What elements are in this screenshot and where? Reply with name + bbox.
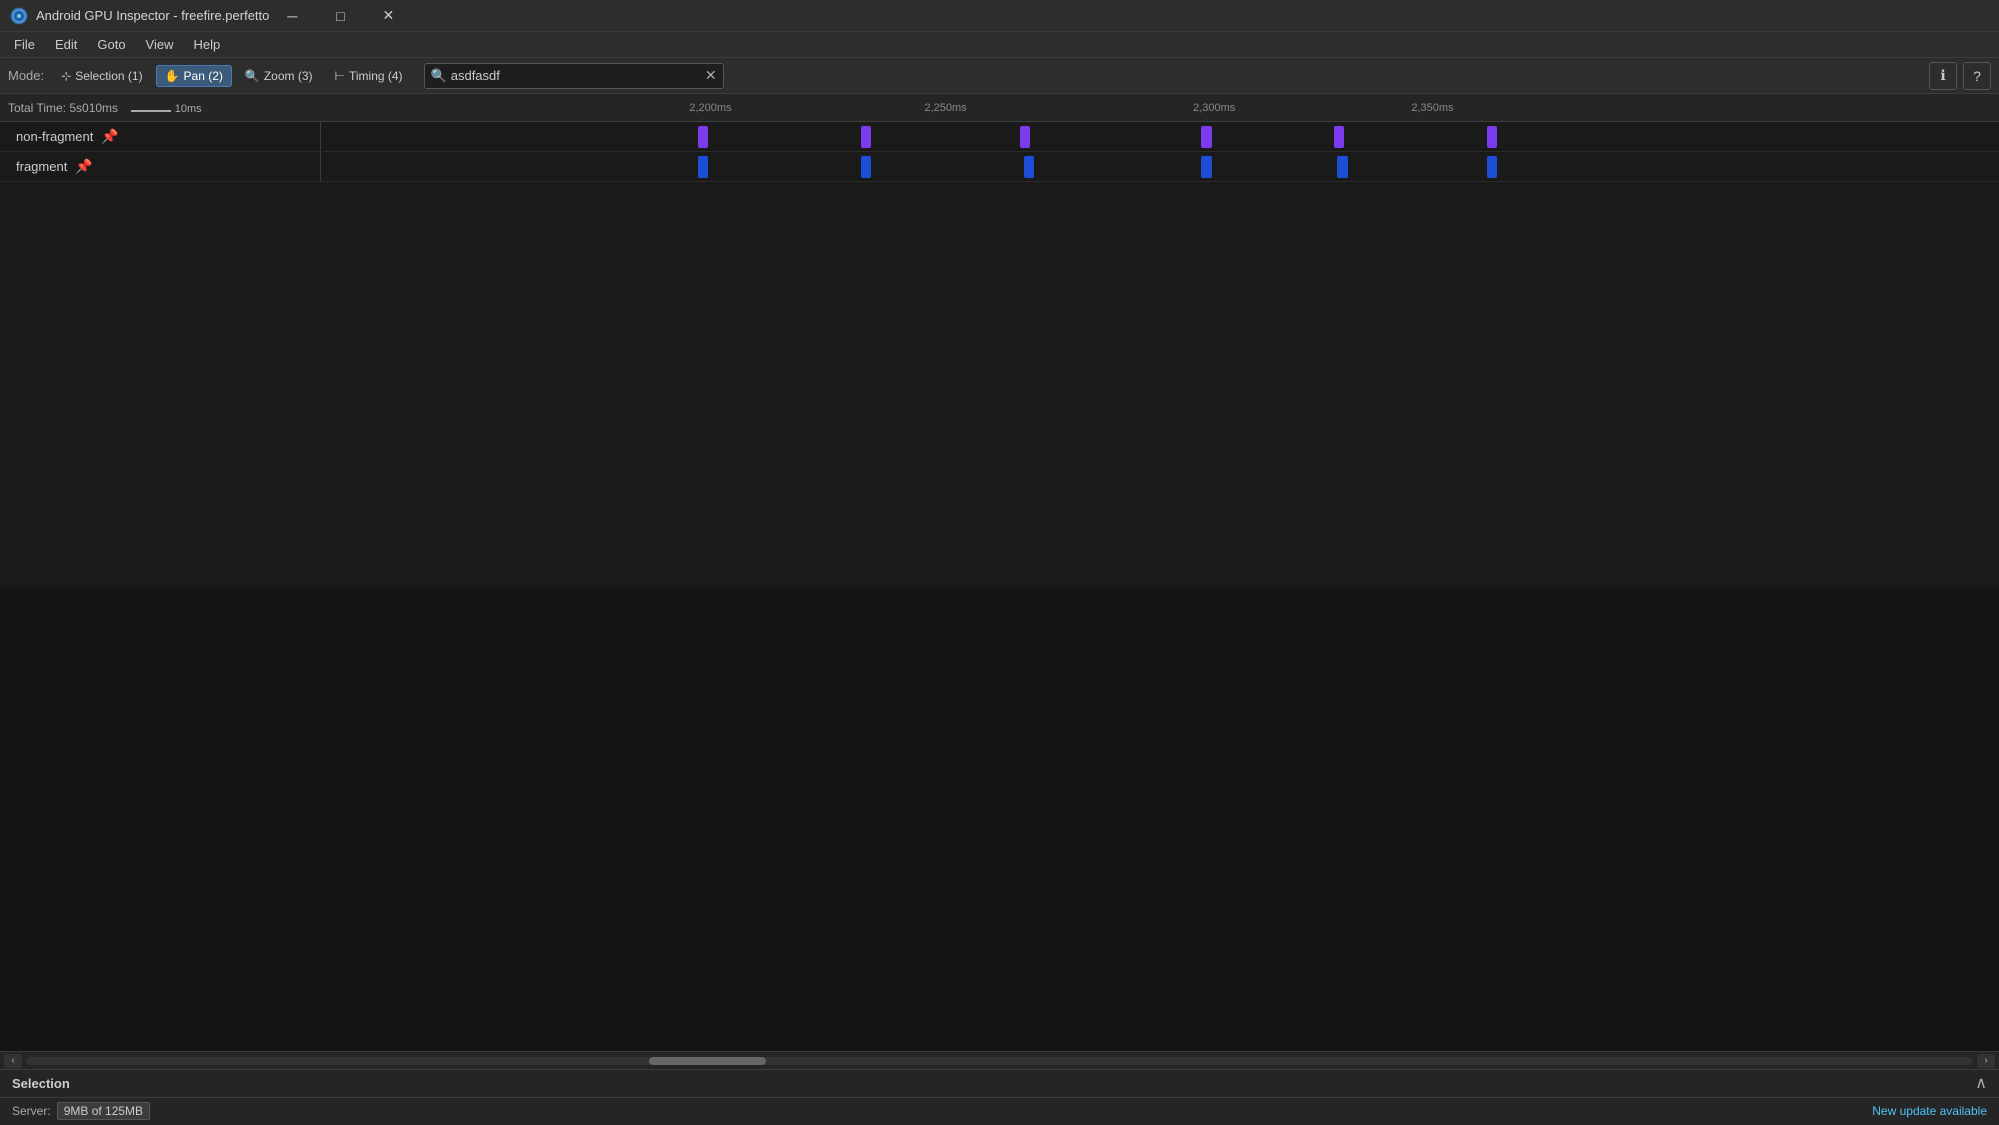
search-icon: 🔍 xyxy=(431,68,447,84)
search-clear-button[interactable]: ✕ xyxy=(705,67,717,84)
time-tick: 2,350ms xyxy=(1411,102,1453,114)
zoom-icon: 🔍 xyxy=(245,69,260,83)
mode-timing-label: Timing (4) xyxy=(349,69,403,83)
pin-icon[interactable]: 📌 xyxy=(101,128,118,145)
time-scale-line xyxy=(131,110,171,112)
timeline-block[interactable] xyxy=(1487,156,1497,178)
update-link[interactable]: New update available xyxy=(1872,1104,1987,1118)
tracks-container: non-fragment 📌 fragment 📌 xyxy=(0,122,1999,587)
menu-bar: File Edit Goto View Help xyxy=(0,32,1999,58)
time-tick: 2,200ms xyxy=(689,102,731,114)
maximize-button[interactable]: □ xyxy=(317,0,363,32)
app-icon xyxy=(10,7,28,25)
timeline-block[interactable] xyxy=(861,156,871,178)
mode-label: Mode: xyxy=(8,68,44,83)
time-tick: 2,300ms xyxy=(1193,102,1235,114)
timeline-block[interactable] xyxy=(1024,156,1034,178)
timeline-block[interactable] xyxy=(698,156,708,178)
timeline-area: Total Time: 5s010ms 10ms 2,200ms 2,250ms 2… xyxy=(0,94,1999,1051)
bottom-panel: Selection ∧ Server: 9MB of 125MB New upd… xyxy=(0,1069,1999,1125)
total-time: Total Time: 5s010ms 10ms xyxy=(0,101,320,115)
mode-pan-label: Pan (2) xyxy=(184,69,223,83)
selection-header: Selection ∧ xyxy=(0,1070,1999,1098)
track-label: fragment 📌 xyxy=(0,158,320,175)
horizontal-scrollbar: ‹ › xyxy=(0,1051,1999,1069)
scroll-thumb[interactable] xyxy=(649,1057,766,1065)
time-header: Total Time: 5s010ms 10ms 2,200ms 2,250ms 2… xyxy=(0,94,1999,122)
mode-pan-button[interactable]: ✋ Pan (2) xyxy=(156,65,232,87)
bottom-status: Server: 9MB of 125MB New update availabl… xyxy=(0,1098,1999,1125)
timeline-block[interactable] xyxy=(698,126,708,148)
track-row[interactable]: fragment 📌 xyxy=(0,152,1999,182)
track-content xyxy=(320,122,1999,151)
menu-view[interactable]: View xyxy=(136,34,184,56)
empty-timeline-area xyxy=(0,587,1999,1052)
toolbar: Mode: ⊹ Selection (1) ✋ Pan (2) 🔍 Zoom (… xyxy=(0,58,1999,94)
menu-goto[interactable]: Goto xyxy=(87,34,135,56)
mode-timing-button[interactable]: ⊢ Timing (4) xyxy=(326,65,412,87)
timing-icon: ⊢ xyxy=(335,69,345,83)
server-value: 9MB of 125MB xyxy=(57,1102,150,1120)
timeline-block[interactable] xyxy=(1334,126,1344,148)
server-info: Server: 9MB of 125MB xyxy=(12,1102,150,1120)
time-tick: 2,250ms xyxy=(924,102,966,114)
timeline-block[interactable] xyxy=(1487,126,1497,148)
pin-icon[interactable]: 📌 xyxy=(75,158,92,175)
info-button[interactable]: ℹ xyxy=(1929,62,1957,90)
scroll-track[interactable] xyxy=(26,1057,1973,1065)
time-scale-label: 10ms xyxy=(175,103,202,115)
timeline-block[interactable] xyxy=(1201,156,1211,178)
search-input[interactable] xyxy=(451,68,705,83)
scroll-left-button[interactable]: ‹ xyxy=(4,1054,22,1068)
toolbar-right: ℹ ? xyxy=(1929,62,1991,90)
help-button[interactable]: ? xyxy=(1963,62,1991,90)
scroll-right-button[interactable]: › xyxy=(1977,1054,1995,1068)
mode-zoom-button[interactable]: 🔍 Zoom (3) xyxy=(236,65,322,87)
title-bar-text: Android GPU Inspector - freefire.perfett… xyxy=(36,8,269,23)
timeline-block[interactable] xyxy=(861,126,871,148)
server-label: Server: xyxy=(12,1104,51,1118)
timeline-block[interactable] xyxy=(1020,126,1030,148)
track-name: fragment xyxy=(16,159,67,174)
close-button[interactable]: ✕ xyxy=(365,0,411,32)
pan-icon: ✋ xyxy=(165,69,180,83)
mode-selection-label: Selection (1) xyxy=(75,69,142,83)
menu-edit[interactable]: Edit xyxy=(45,34,87,56)
track-name: non-fragment xyxy=(16,129,93,144)
timeline-block[interactable] xyxy=(1337,156,1347,178)
track-content xyxy=(320,152,1999,181)
minimize-button[interactable]: ─ xyxy=(269,0,315,32)
title-bar: Android GPU Inspector - freefire.perfett… xyxy=(0,0,1999,32)
mode-zoom-label: Zoom (3) xyxy=(264,69,313,83)
track-label: non-fragment 📌 xyxy=(0,128,320,145)
timeline-block[interactable] xyxy=(1201,126,1211,148)
selection-title: Selection xyxy=(12,1076,70,1091)
selection-collapse-button[interactable]: ∧ xyxy=(1975,1073,1987,1093)
search-wrapper: 🔍 ✕ xyxy=(424,63,724,89)
mode-selection-button[interactable]: ⊹ Selection (1) xyxy=(52,65,151,87)
selection-icon: ⊹ xyxy=(61,69,71,83)
window-controls: ─ □ ✕ xyxy=(269,0,411,32)
track-row[interactable]: non-fragment 📌 xyxy=(0,122,1999,152)
menu-file[interactable]: File xyxy=(4,34,45,56)
menu-help[interactable]: Help xyxy=(184,34,231,56)
